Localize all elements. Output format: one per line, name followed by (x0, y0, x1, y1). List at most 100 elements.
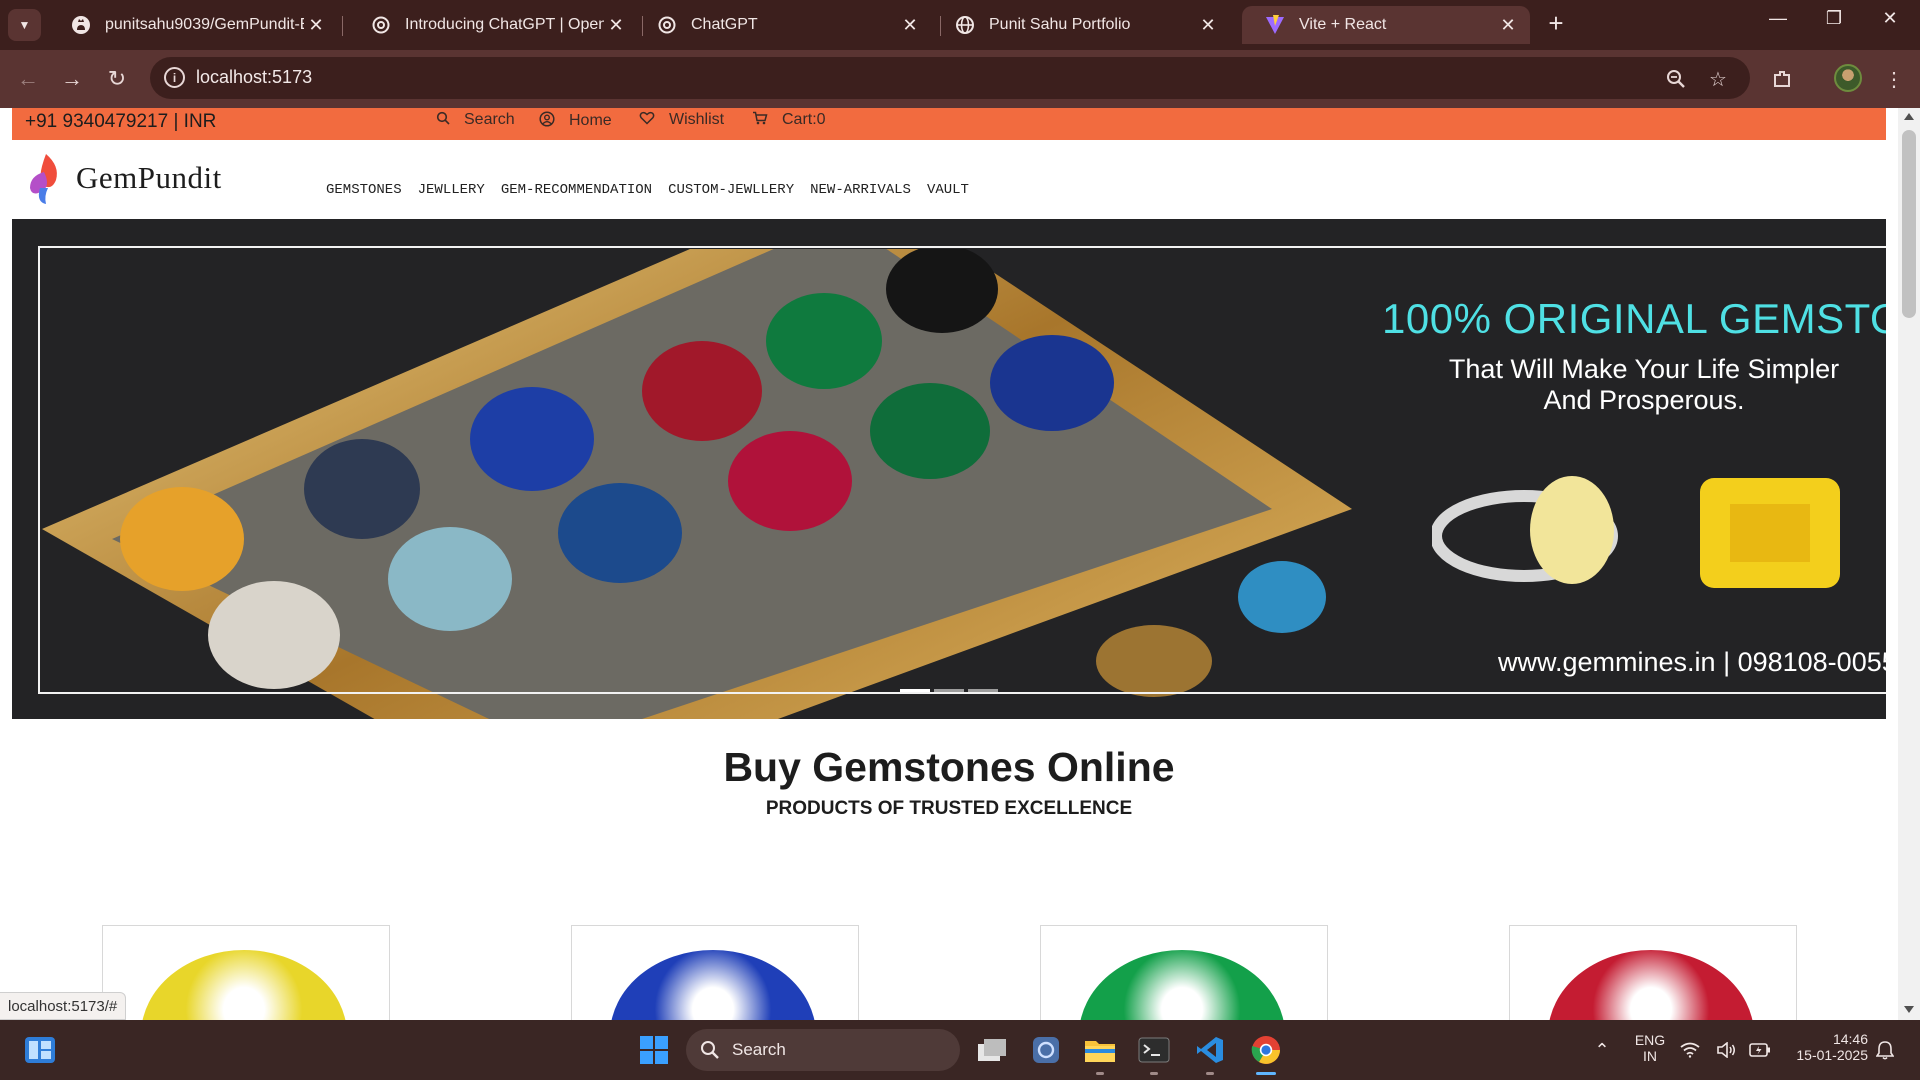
bookmark-star-icon[interactable]: ☆ (1704, 65, 1732, 93)
github-icon (70, 14, 92, 36)
running-indicator (1206, 1072, 1214, 1075)
search-icon (700, 1040, 720, 1060)
running-indicator (1150, 1072, 1158, 1075)
tab-search-button[interactable]: ▼ (8, 9, 41, 41)
tab-vite-react[interactable]: Vite + React ✕ (1242, 6, 1530, 44)
site-logo-text[interactable]: GemPundit (76, 160, 222, 196)
tab-github[interactable]: punitsahu9039/GemPundit-E-C ✕ (48, 6, 338, 44)
copilot-icon[interactable] (1026, 1030, 1066, 1070)
back-button[interactable]: ← (12, 63, 44, 95)
clock-time: 14:46 (1832, 1031, 1868, 1047)
new-tab-button[interactable]: + (1540, 8, 1572, 39)
browser-tab-bar: ▼ punitsahu9039/GemPundit-E-C ✕ Introduc… (0, 0, 1920, 50)
phone-currency: +91 9340479217 | INR (25, 111, 217, 132)
scroll-up-arrow-icon[interactable] (1904, 113, 1914, 120)
section-title: Buy Gemstones Online (723, 744, 1175, 790)
vite-icon (1264, 14, 1286, 36)
close-tab-icon[interactable]: ✕ (1196, 15, 1220, 36)
tab-portfolio[interactable]: Punit Sahu Portfolio ✕ (932, 6, 1230, 44)
slide-indicator-1[interactable] (900, 689, 930, 692)
menu-item-gem-recommendation[interactable]: GEM-RECOMMENDATION (501, 182, 652, 198)
topbar-wishlist-link[interactable]: Wishlist (639, 111, 724, 129)
tab-chatgpt[interactable]: ChatGPT ✕ (634, 6, 932, 44)
topbar-cart-label: Cart:0 (782, 111, 826, 128)
topbar-cart-link[interactable]: Cart:0 (752, 111, 826, 129)
menu-item-custom-jewllery[interactable]: CUSTOM-JEWLLERY (668, 182, 794, 198)
profile-avatar[interactable] (1834, 64, 1862, 92)
menu-item-new-arrivals[interactable]: NEW-ARRIVALS (810, 182, 911, 198)
top-info-bar: +91 9340479217 | INR Search Home Wishlis… (12, 108, 1886, 140)
browser-menu-icon[interactable]: ⋮ (1878, 63, 1910, 95)
slide-indicator-3[interactable] (968, 689, 998, 692)
tab-title: punitsahu9039/GemPundit-E-C (105, 16, 304, 33)
file-explorer-icon[interactable] (1080, 1030, 1120, 1070)
language-top: ENG (1634, 1032, 1666, 1048)
tab-title: Introducing ChatGPT | OpenAI (405, 16, 604, 33)
language-indicator[interactable]: ENG IN (1630, 1032, 1670, 1064)
menu-item-jewllery[interactable]: JEWLLERY (418, 182, 485, 198)
topbar-home-link[interactable]: Home (539, 111, 612, 131)
minimize-button[interactable]: — (1758, 8, 1798, 29)
hero-contact: www.gemmines.in | 098108-00550 (1498, 647, 1886, 677)
close-tab-icon[interactable]: ✕ (304, 15, 328, 36)
site-info-icon[interactable]: i (164, 67, 185, 88)
close-window-button[interactable]: ✕ (1870, 8, 1910, 29)
hero-banner[interactable]: 100% ORIGINAL GEMSTONE That Will Make Yo… (12, 219, 1886, 719)
task-view-icon[interactable] (972, 1030, 1012, 1070)
browser-toolbar: ← → ↻ i localhost:5173 ☆ ⋮ (0, 50, 1920, 108)
taskbar-search[interactable]: Search (686, 1029, 960, 1071)
windows-taskbar: Search ⌃ ENG IN 14:46 15-01-2025 (0, 1020, 1920, 1080)
clock-date: 15-01-2025 (1796, 1047, 1868, 1063)
restore-button[interactable]: ❐ (1814, 8, 1854, 29)
status-bar-url: localhost:5173/# (0, 992, 127, 1020)
taskbar-search-label: Search (732, 1040, 786, 1059)
tab-title: Punit Sahu Portfolio (989, 16, 1131, 33)
product-card[interactable] (1040, 925, 1328, 1020)
forward-button[interactable]: → (56, 63, 88, 95)
wifi-icon[interactable] (1676, 1030, 1704, 1070)
widgets-icon[interactable] (20, 1030, 60, 1070)
extensions-icon[interactable] (1766, 63, 1798, 95)
notification-bell-icon[interactable] (1870, 1030, 1900, 1070)
close-tab-icon[interactable]: ✕ (604, 15, 628, 36)
product-gem-image (1079, 950, 1285, 1020)
product-card[interactable] (1509, 925, 1797, 1020)
battery-icon[interactable] (1746, 1030, 1774, 1070)
language-bottom: IN (1643, 1048, 1657, 1064)
product-card[interactable] (102, 925, 390, 1020)
clock[interactable]: 14:46 15-01-2025 (1784, 1031, 1868, 1063)
close-tab-icon[interactable]: ✕ (1496, 15, 1520, 36)
zoom-icon[interactable] (1662, 65, 1690, 93)
vscode-icon[interactable] (1190, 1030, 1230, 1070)
reload-button[interactable]: ↻ (101, 63, 133, 95)
tab-openai[interactable]: Introducing ChatGPT | OpenAI ✕ (348, 6, 638, 44)
main-menu: GEMSTONES JEWLLERY GEM-RECOMMENDATION CU… (326, 182, 969, 198)
chrome-icon[interactable] (1246, 1030, 1286, 1070)
slide-indicator-2[interactable] (934, 689, 964, 692)
address-bar[interactable]: i localhost:5173 ☆ (150, 57, 1750, 99)
url-text[interactable]: localhost:5173 (196, 67, 312, 88)
topbar-search-label: Search (464, 111, 515, 128)
site-header: GemPundit GEMSTONES JEWLLERY GEM-RECOMME… (12, 140, 1886, 210)
product-gem-image (141, 950, 347, 1020)
chevron-up-icon[interactable]: ⌃ (1582, 1030, 1622, 1070)
product-card[interactable] (571, 925, 859, 1020)
topbar-search-link[interactable]: Search (436, 111, 515, 129)
heart-icon (639, 111, 655, 129)
hero-headline: 100% ORIGINAL GEMSTONE (1382, 295, 1886, 342)
windows-start-icon[interactable] (634, 1030, 674, 1070)
scrollbar-thumb[interactable] (1902, 130, 1916, 318)
menu-item-vault[interactable]: VAULT (927, 182, 969, 198)
close-tab-icon[interactable]: ✕ (898, 15, 922, 36)
volume-icon[interactable] (1712, 1030, 1740, 1070)
gempundit-logo-icon[interactable] (26, 152, 66, 206)
menu-item-gemstones[interactable]: GEMSTONES (326, 182, 402, 198)
tab-title: ChatGPT (691, 16, 758, 33)
user-circle-icon (539, 111, 555, 131)
terminal-icon[interactable] (1134, 1030, 1174, 1070)
hero-subline: That Will Make Your Life Simpler And Pro… (1448, 354, 1840, 415)
globe-icon (954, 14, 976, 36)
tab-title: Vite + React (1299, 16, 1387, 33)
tab-separator (342, 16, 343, 36)
scroll-down-arrow-icon[interactable] (1904, 1006, 1914, 1013)
